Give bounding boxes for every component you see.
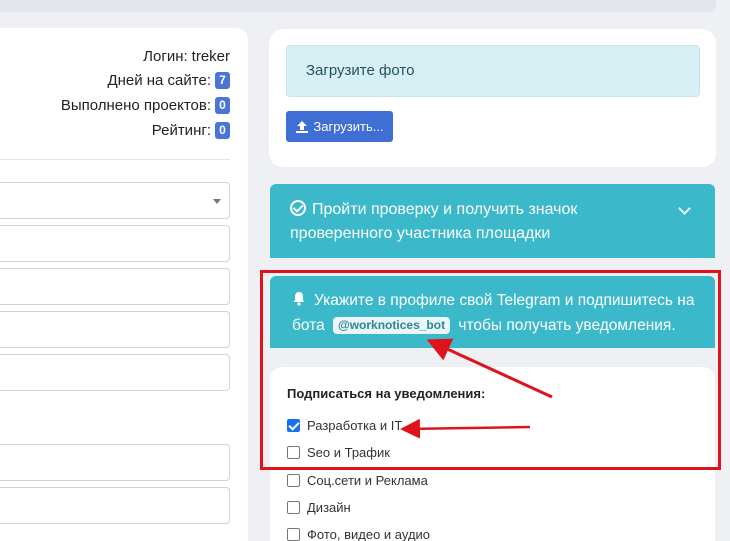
subscription-label: Фото, видео и аудио [307, 527, 431, 541]
subscription-item[interactable]: Соц.сети и Реклама [287, 473, 428, 488]
photo-upload-card: Загрузите фото Загрузить... [269, 29, 716, 167]
verification-panel[interactable]: Пройти проверку и получить значок провер… [270, 184, 715, 258]
subscription-label: Соц.сети и Реклама [307, 473, 428, 488]
upload-button[interactable]: Загрузить... [286, 111, 393, 142]
upload-icon [296, 120, 309, 133]
rating-label: Рейтинг: [151, 122, 211, 139]
login-value: treker [191, 48, 230, 65]
annotation-highlight-box [260, 270, 721, 470]
checkbox[interactable] [287, 501, 300, 514]
verification-text: Пройти проверку и получить значок провер… [290, 201, 578, 242]
chevron-down-icon[interactable] [678, 202, 691, 215]
divider [0, 159, 230, 160]
text-field[interactable] [0, 225, 230, 262]
text-field[interactable] [0, 311, 230, 348]
text-field[interactable] [0, 444, 230, 481]
days-badge: 7 [215, 72, 230, 89]
rating-row: Рейтинг: 0 [152, 122, 230, 139]
projects-row: Выполнено проектов: 0 [61, 97, 230, 114]
select-field[interactable] [0, 182, 230, 219]
text-field[interactable] [0, 354, 230, 391]
profile-card: Логин: treker Дней на сайте: 7 Выполнено… [0, 28, 248, 541]
text-field[interactable] [0, 487, 230, 524]
top-header-strip [0, 0, 716, 12]
subscription-item[interactable]: Дизайн [287, 500, 351, 515]
projects-badge: 0 [215, 97, 230, 114]
login-row: Логин: treker [143, 48, 230, 65]
verification-text-block: Пройти проверку и получить значок провер… [290, 198, 670, 246]
projects-label: Выполнено проектов: [60, 97, 211, 114]
subscription-item[interactable]: Фото, видео и аудио [287, 527, 430, 541]
subscription-label: Дизайн [307, 500, 351, 515]
caret-down-icon [213, 199, 221, 204]
login-label: Логин: [143, 48, 188, 65]
checkbox[interactable] [287, 528, 300, 541]
days-label: Дней на сайте: [107, 72, 211, 89]
rating-badge: 0 [215, 122, 230, 139]
upload-button-label: Загрузить... [313, 119, 384, 134]
checkbox[interactable] [287, 474, 300, 487]
upload-photo-alert: Загрузите фото [286, 45, 700, 97]
text-field[interactable] [0, 268, 230, 305]
days-row: Дней на сайте: 7 [107, 72, 230, 89]
check-circle-icon [290, 200, 306, 216]
